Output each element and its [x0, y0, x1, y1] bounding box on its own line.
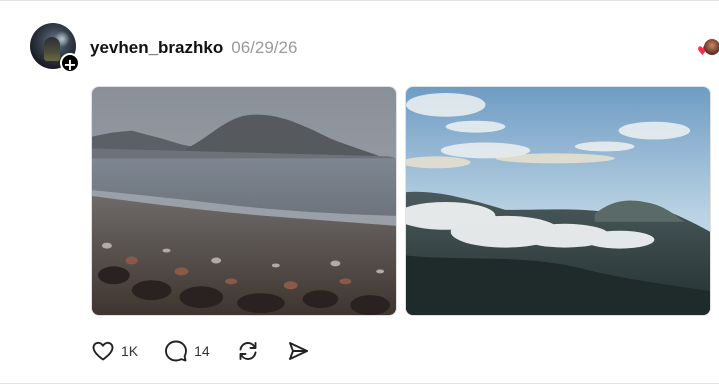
post-header: yevhen_brazhko 06/29/26	[90, 38, 297, 58]
author-avatar-wrap[interactable]: +	[30, 23, 80, 74]
username[interactable]: yevhen_brazhko	[90, 38, 223, 58]
send-icon	[288, 342, 308, 360]
repost-icon	[239, 342, 257, 360]
follow-button[interactable]: +	[60, 53, 80, 74]
heart-icon	[92, 341, 114, 361]
beach-photo	[92, 87, 396, 315]
post-date[interactable]: 06/29/26	[231, 38, 297, 58]
avatar-figure	[44, 37, 60, 61]
post-image-1[interactable]	[91, 86, 397, 316]
post-actions: 1K 14	[91, 339, 310, 363]
repost-button[interactable]	[236, 339, 260, 363]
reply-count: 14	[194, 343, 210, 359]
post-card: + yevhen_brazhko 06/29/26 ♥ 1K 14	[0, 0, 719, 384]
comment-icon	[165, 340, 188, 362]
clouds-photo	[406, 87, 710, 315]
reactor-avatar	[704, 39, 719, 55]
post-image-2[interactable]	[405, 86, 711, 316]
like-count: 1K	[121, 343, 139, 359]
reply-button[interactable]: 14	[164, 339, 210, 363]
share-button[interactable]	[286, 339, 310, 363]
like-button[interactable]: 1K	[91, 339, 138, 363]
reaction-preview[interactable]: ♥	[697, 39, 719, 59]
